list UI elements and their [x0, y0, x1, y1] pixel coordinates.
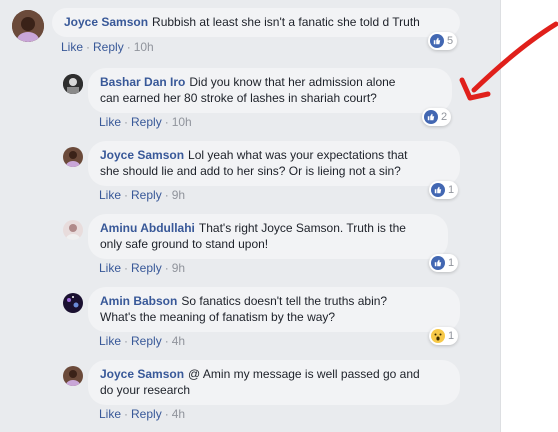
- like-link[interactable]: Like: [99, 261, 121, 275]
- comment-actions: Like · Reply · 4h: [99, 407, 186, 421]
- reply-link[interactable]: Reply: [131, 188, 162, 202]
- comment-actions: Like · Reply · 10h: [61, 40, 154, 54]
- comment-author[interactable]: Joyce Samson: [64, 15, 148, 29]
- comment-bubble: Joyce Samson Lol yeah what was your expec…: [88, 141, 460, 186]
- comment-text: only safe ground to stand upon!: [100, 237, 269, 251]
- comment-bubble: Bashar Dan Iro Did you know that her admi…: [88, 68, 452, 113]
- comment-bubble: Aminu Abdullahi That's right Joyce Samson…: [88, 214, 448, 259]
- comment-text: she should lie and add to her sins? Or i…: [100, 164, 401, 178]
- comment-text: do your research: [100, 383, 191, 397]
- avatar[interactable]: [63, 220, 83, 240]
- like-link[interactable]: Like: [99, 115, 121, 129]
- comment-text: Did you know that her admission alone: [189, 75, 396, 89]
- timestamp[interactable]: 4h: [172, 334, 185, 348]
- avatar[interactable]: [63, 74, 83, 94]
- reply-link[interactable]: Reply: [131, 334, 162, 348]
- reaction-count[interactable]: 1: [429, 254, 459, 272]
- timestamp[interactable]: 9h: [172, 261, 185, 275]
- comment-text: What's the meaning of fanatism by the wa…: [100, 310, 336, 324]
- like-reaction-icon: [431, 256, 445, 270]
- comment-author[interactable]: Amin Babson: [100, 294, 177, 308]
- comment-author[interactable]: Aminu Abdullahi: [100, 221, 195, 235]
- timestamp[interactable]: 9h: [172, 188, 185, 202]
- avatar[interactable]: [63, 366, 83, 386]
- reply-link[interactable]: Reply: [131, 407, 162, 421]
- like-reaction-icon: [424, 110, 438, 124]
- comment-actions: Like · Reply · 10h: [99, 115, 192, 129]
- wow-reaction-icon: [431, 329, 445, 343]
- like-link[interactable]: Like: [99, 407, 121, 421]
- comment-actions: Like · Reply · 4h: [99, 334, 186, 348]
- reply-link[interactable]: Reply: [131, 115, 162, 129]
- reaction-count[interactable]: 1: [429, 181, 459, 199]
- comment-actions: Like · Reply · 9h: [99, 261, 186, 275]
- red-arrow-annotation: [459, 21, 558, 101]
- like-link[interactable]: Like: [61, 40, 83, 54]
- like-link[interactable]: Like: [99, 334, 121, 348]
- timestamp[interactable]: 10h: [172, 115, 192, 129]
- comment-text: can earned her 80 stroke of lashes in sh…: [100, 91, 377, 105]
- comment-author[interactable]: Bashar Dan Iro: [100, 75, 185, 89]
- comment-bubble: Amin Babson So fanatics doesn't tell the …: [88, 287, 460, 332]
- avatar[interactable]: [12, 10, 44, 42]
- timestamp[interactable]: 10h: [134, 40, 154, 54]
- comment-text: That's right Joyce Samson. Truth is the: [198, 221, 406, 235]
- like-reaction-icon: [431, 183, 445, 197]
- reply-link[interactable]: Reply: [93, 40, 124, 54]
- reaction-count[interactable]: 1: [429, 327, 459, 345]
- comment-text: Rubbish at least she isn't a fanatic she…: [152, 15, 420, 29]
- comment-text: So fanatics doesn't tell the truths abin…: [181, 294, 388, 308]
- comment-actions: Like · Reply · 9h: [99, 188, 186, 202]
- avatar[interactable]: [63, 147, 83, 167]
- comment-author[interactable]: Joyce Samson: [100, 148, 184, 162]
- comment-bubble: Joyce Samson @ Amin my message is well pa…: [88, 360, 460, 405]
- timestamp[interactable]: 4h: [172, 407, 185, 421]
- avatar[interactable]: [63, 293, 83, 313]
- comment-bubble: Joyce Samson Rubbish at least she isn't a…: [52, 8, 460, 37]
- like-link[interactable]: Like: [99, 188, 121, 202]
- comment-author[interactable]: Joyce Samson: [100, 367, 184, 381]
- comment-text: @ Amin my message is well passed go and: [188, 367, 420, 381]
- reply-link[interactable]: Reply: [131, 261, 162, 275]
- comment-text: Lol yeah what was your expectations that: [188, 148, 408, 162]
- reaction-count[interactable]: 2: [422, 108, 452, 126]
